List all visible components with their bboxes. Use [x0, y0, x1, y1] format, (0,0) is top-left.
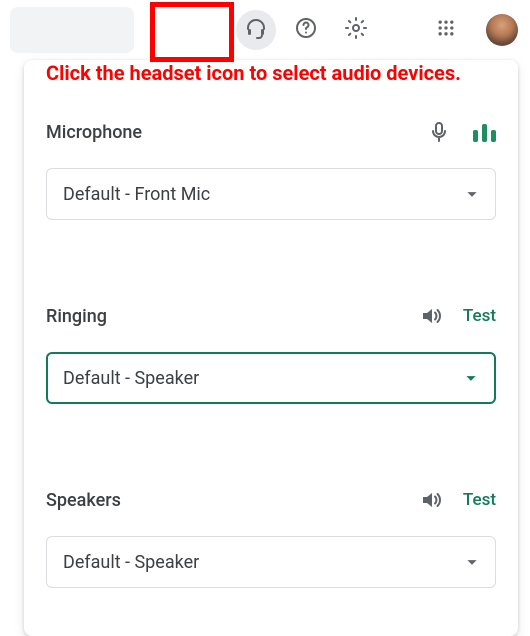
gear-icon: [344, 16, 368, 44]
account-avatar[interactable]: [484, 12, 520, 48]
microphone-icon: [427, 120, 451, 144]
speakers-section: Speakers Test Default - Speaker: [24, 436, 518, 612]
ringing-test-button[interactable]: Test: [463, 306, 496, 326]
microphone-section: Microphone Default - Front Mic: [24, 68, 518, 244]
chevron-down-icon: [460, 367, 482, 389]
apps-grid-icon: [436, 18, 456, 42]
settings-icon-button[interactable]: [336, 10, 376, 50]
mic-level-indicator: [473, 122, 496, 142]
chevron-down-icon: [461, 183, 483, 205]
speaker-icon: [419, 488, 443, 512]
annotation-text: Click the headset icon to select audio d…: [46, 62, 461, 85]
audio-settings-panel: Microphone Default - Front Mic Ringing: [24, 60, 518, 636]
ringing-section: Ringing Test Default - Speaker: [24, 252, 518, 428]
speakers-select[interactable]: Default - Speaker: [46, 536, 496, 588]
chevron-down-icon: [461, 551, 483, 573]
help-icon-button[interactable]: [286, 10, 326, 50]
speakers-title: Speakers: [46, 490, 403, 511]
ringing-title: Ringing: [46, 306, 403, 327]
headset-icon-button[interactable]: [236, 10, 276, 50]
ringing-select[interactable]: Default - Speaker: [46, 352, 496, 404]
ringing-selected-value: Default - Speaker: [63, 368, 199, 389]
microphone-selected-value: Default - Front Mic: [63, 184, 210, 205]
speakers-test-button[interactable]: Test: [463, 490, 496, 510]
apps-icon-button[interactable]: [426, 10, 466, 50]
help-icon: [294, 16, 318, 44]
microphone-select[interactable]: Default - Front Mic: [46, 168, 496, 220]
speaker-icon: [419, 304, 443, 328]
search-box[interactable]: [10, 7, 134, 53]
microphone-title: Microphone: [46, 122, 411, 143]
top-bar: [0, 0, 530, 60]
speakers-selected-value: Default - Speaker: [63, 552, 199, 573]
headset-icon: [244, 16, 268, 44]
